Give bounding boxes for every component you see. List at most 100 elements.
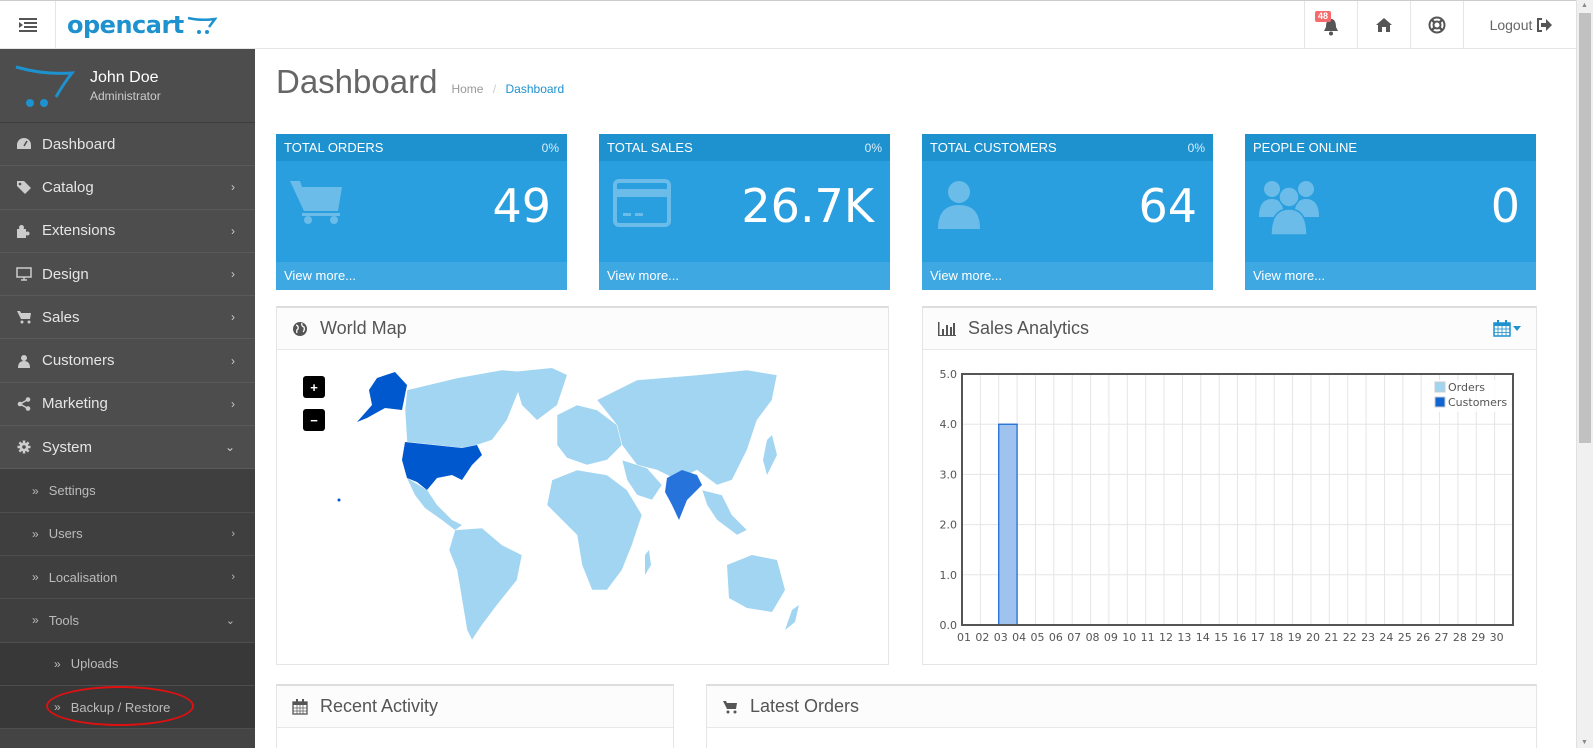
logout-label: Logout xyxy=(1489,16,1533,33)
chart-ytick-label: 1.0 xyxy=(940,569,958,582)
sidebar-subitem-tools[interactable]: » Tools ⌄ xyxy=(0,599,255,643)
scroll-down-arrow-icon[interactable]: ▼ xyxy=(1581,739,1588,746)
help-button[interactable] xyxy=(1410,0,1463,49)
chart-ytick-label: 4.0 xyxy=(940,418,958,431)
cart-icon xyxy=(14,310,34,324)
breadcrumb: Home / Dashboard xyxy=(451,82,564,96)
home-button[interactable] xyxy=(1357,0,1410,49)
avatar xyxy=(15,65,76,107)
scroll-thumb[interactable] xyxy=(1579,13,1591,443)
user-icon xyxy=(14,354,34,368)
sidebar-subitem-backup-restore[interactable]: » Backup / Restore xyxy=(0,685,255,730)
tile-view-more-link[interactable]: View more... xyxy=(1245,262,1536,290)
tile-total-customers: TOTAL CUSTOMERS 0% 64 View more... xyxy=(922,134,1213,290)
breadcrumb-home[interactable]: Home xyxy=(451,82,483,96)
sidebar-subitem-users[interactable]: » Users › xyxy=(0,512,255,556)
main-content: Dashboard Home / Dashboard TOTAL ORDERS … xyxy=(255,49,1558,748)
sidebar-subitem-settings[interactable]: » Settings xyxy=(0,469,255,513)
user-profile[interactable]: John Doe Administrator xyxy=(0,49,255,123)
sidebar-subitem-label: Uploads xyxy=(70,656,119,672)
panel-header: World Map xyxy=(277,308,888,350)
scroll-up-arrow-icon[interactable]: ▲ xyxy=(1581,2,1588,9)
logout-button[interactable]: Logout xyxy=(1463,0,1578,49)
chart-xtick-label: 28 xyxy=(1453,631,1467,644)
sidebar-item-label: Dashboard xyxy=(42,135,116,153)
tile-total-sales: TOTAL SALES 0% 26.7K View more... xyxy=(599,134,890,290)
sidebar-item-catalog[interactable]: Catalog › xyxy=(0,166,255,210)
sidebar-subitem-uploads[interactable]: » Uploads xyxy=(0,642,255,686)
chevron-right-icon: › xyxy=(231,267,235,282)
sidebar-subitem-label: Localisation xyxy=(48,569,118,585)
date-range-dropdown[interactable] xyxy=(1493,320,1521,337)
panel-title: World Map xyxy=(320,318,407,338)
sidebar-subitem-label: Backup / Restore xyxy=(70,699,171,715)
chart-ytick-label: 3.0 xyxy=(940,468,958,481)
tile-body: 49 xyxy=(276,161,567,262)
tile-view-more-link[interactable]: View more... xyxy=(922,262,1213,290)
recent-activity-panel: Recent Activity xyxy=(276,684,674,748)
gear-icon xyxy=(14,440,34,454)
map-region-japan xyxy=(763,435,777,475)
sidebar-item-label: Design xyxy=(42,265,89,283)
tile-title: PEOPLE ONLINE xyxy=(1253,140,1358,155)
share-icon xyxy=(14,397,34,411)
chart-bar-orders xyxy=(998,423,1018,626)
tile-total-orders: TOTAL ORDERS 0% 49 View more... xyxy=(276,134,567,290)
double-chevron-icon: » xyxy=(54,656,61,671)
sidebar-subitem-localisation[interactable]: » Localisation › xyxy=(0,555,255,600)
chart-xtick-label: 20 xyxy=(1306,631,1320,644)
map-region-canada xyxy=(404,369,528,449)
chart-xtick-label: 19 xyxy=(1288,631,1302,644)
sidebar-subitem-label: Settings xyxy=(48,483,96,499)
tile-view-more-link[interactable]: View more... xyxy=(276,262,567,290)
chart-xtick-label: 25 xyxy=(1398,631,1412,644)
world-map-panel: World Map + − xyxy=(276,306,889,665)
page-scrollbar[interactable]: ▲ ▼ xyxy=(1576,0,1593,748)
chart-xtick-label: 29 xyxy=(1471,631,1485,644)
chevron-right-icon: › xyxy=(231,396,235,411)
sidebar-item-system[interactable]: System ⌄ xyxy=(0,426,255,470)
chart-xtick-label: 22 xyxy=(1343,631,1357,644)
opencart-logo[interactable]: opencart xyxy=(67,11,217,39)
chart-xtick-label: 05 xyxy=(1030,631,1044,644)
legend-label-customers: Customers xyxy=(1448,396,1507,409)
chart-ytick-label: 2.0 xyxy=(940,519,958,532)
chart-xtick-label: 12 xyxy=(1159,631,1173,644)
double-chevron-icon: » xyxy=(54,700,61,714)
latest-orders-panel: Latest Orders xyxy=(706,684,1537,748)
chart-xtick-label: 18 xyxy=(1269,631,1283,644)
tile-view-more-link[interactable]: View more... xyxy=(599,262,890,290)
sales-analytics-panel: Sales Analytics 0.0 1.0 2.0 3.0 4.0 5.0 01 02 03… xyxy=(922,306,1537,665)
sidebar: John Doe Administrator Dashboard Catalog… xyxy=(0,49,255,748)
app-root: opencart 48 Logout John Doe Administrato… xyxy=(0,0,1593,748)
breadcrumb-dashboard[interactable]: Dashboard xyxy=(506,82,565,96)
sidebar-item-customers[interactable]: Customers › xyxy=(0,339,255,383)
menu-toggle-button[interactable] xyxy=(0,0,56,49)
map-region-new-zealand xyxy=(785,605,799,630)
sign-out-icon xyxy=(1537,17,1553,32)
panel-header: Sales Analytics xyxy=(923,308,1536,350)
map-region-hawaii xyxy=(337,498,341,502)
user-icon xyxy=(938,181,980,229)
chart-xtick-label: 03 xyxy=(994,631,1008,644)
tile-people-online: PEOPLE ONLINE 0 View more... xyxy=(1245,134,1536,290)
logo-cart-icon xyxy=(187,16,217,34)
tile-percent: 0% xyxy=(864,140,882,155)
cart-icon xyxy=(722,700,738,714)
sidebar-item-sales[interactable]: Sales › xyxy=(0,296,255,340)
chart-xtick-label: 13 xyxy=(1177,631,1191,644)
sidebar-item-design[interactable]: Design › xyxy=(0,252,255,297)
sidebar-item-extensions[interactable]: Extensions › xyxy=(0,209,255,253)
map-region-central-america xyxy=(407,478,462,530)
notifications-button[interactable]: 48 xyxy=(1304,0,1357,49)
sidebar-item-label: Marketing xyxy=(42,395,108,413)
tile-header: TOTAL SALES 0% xyxy=(599,134,890,161)
legend-swatch-customers xyxy=(1434,396,1446,408)
sidebar-item-dashboard[interactable]: Dashboard xyxy=(0,123,255,167)
sidebar-item-label: System xyxy=(42,438,93,456)
tile-percent: 0% xyxy=(541,140,559,155)
world-map[interactable]: + − xyxy=(277,350,888,662)
sidebar-item-marketing[interactable]: Marketing › xyxy=(0,382,255,427)
sidebar-subitem-label: Tools xyxy=(48,612,80,628)
chart-xtick-label: 23 xyxy=(1361,631,1375,644)
